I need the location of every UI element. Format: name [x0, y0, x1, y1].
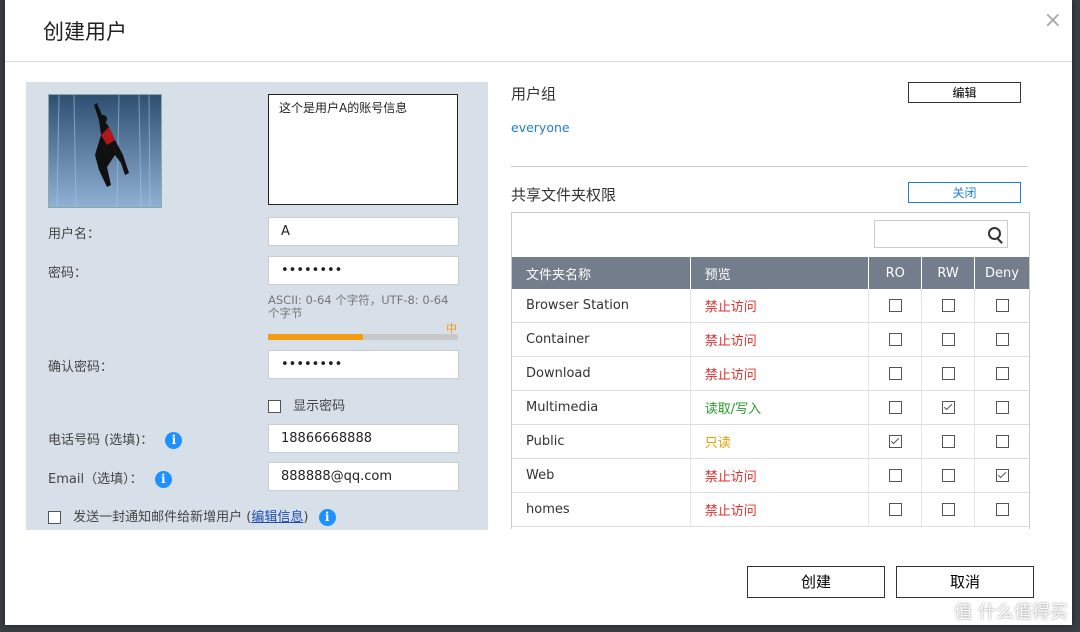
cancel-button[interactable]: 取消 — [896, 566, 1034, 598]
folder-name: Public — [526, 434, 565, 449]
edit-group-button[interactable]: 编辑 — [908, 82, 1021, 103]
avatar[interactable] — [48, 94, 162, 208]
show-password-label: 显示密码 — [293, 399, 346, 414]
deny-checkbox[interactable] — [995, 367, 1009, 380]
deny-checkbox[interactable] — [995, 469, 1009, 482]
access-status: 禁止访问 — [704, 368, 757, 383]
folder-name: Container — [526, 332, 590, 347]
phone-input[interactable]: 18866668888 — [268, 424, 459, 453]
password-strength-bar — [268, 334, 458, 340]
folder-name: Multimedia — [526, 400, 599, 415]
deny-checkbox[interactable] — [995, 401, 1009, 414]
password-strength-fill — [268, 334, 363, 340]
rw-checkbox[interactable] — [941, 333, 955, 346]
folder-name: homes — [526, 502, 570, 517]
access-status: 禁止访问 — [704, 334, 757, 349]
access-status: 禁止访问 — [704, 300, 757, 315]
search-icon[interactable] — [988, 227, 1001, 240]
edit-info-link[interactable]: 编辑信息 — [251, 510, 303, 525]
table-row: Web 禁止访问 — [512, 458, 1029, 493]
phone-label: 电话号码 (选填)： — [48, 433, 154, 448]
email-input[interactable]: 888888@qq.com — [268, 462, 459, 491]
table-row: Container 禁止访问 — [512, 322, 1029, 357]
phone-info-icon[interactable]: i — [165, 432, 183, 449]
ro-checkbox[interactable] — [888, 333, 902, 346]
deny-checkbox[interactable] — [995, 503, 1009, 516]
email-label-row: Email（选填）： i — [48, 468, 172, 488]
deny-checkbox[interactable] — [995, 299, 1009, 312]
notify-label-close: ) — [303, 510, 309, 525]
ro-checkbox[interactable] — [888, 299, 902, 312]
col-deny: Deny — [974, 257, 1029, 289]
password-hint: ASCII: 0-64 个字符，UTF-8: 0-64 个字节 — [268, 293, 449, 320]
phone-label-row: 电话号码 (选填)： i — [48, 429, 183, 449]
password-label: 密码： — [48, 266, 88, 281]
rw-checkbox[interactable] — [941, 401, 955, 414]
access-status: 禁止访问 — [704, 504, 757, 519]
description-textarea[interactable]: 这个是用户A的账号信息 — [268, 94, 458, 205]
folder-name: Web — [526, 468, 555, 483]
notify-info-icon[interactable]: i — [318, 509, 336, 526]
folder-name: Browser Station — [526, 298, 630, 313]
confirm-password-label: 确认密码： — [48, 360, 114, 375]
search-input[interactable] — [874, 220, 1008, 248]
username-label: 用户名： — [48, 227, 101, 242]
user-info-panel: 这个是用户A的账号信息 用户名： A 密码： •••••••• ASCII: 0… — [26, 82, 488, 530]
create-user-dialog: 创建用户 × 这个是用户A的账号信息 用户名： A 密码： •••••••• A… — [5, 0, 1072, 625]
notify-label: 发送一封通知邮件给新增用户 ( — [73, 510, 252, 525]
access-status: 只读 — [704, 436, 731, 451]
ro-checkbox[interactable] — [888, 435, 902, 448]
table-row: Download 禁止访问 — [512, 356, 1029, 391]
share-permission-table: 文件夹名称 预览 RO RW Deny Browser Station 禁止访问 C… — [511, 212, 1030, 529]
col-preview: 预览 — [690, 257, 870, 289]
ro-checkbox[interactable] — [888, 503, 902, 516]
close-icon[interactable]: × — [1044, 8, 1062, 33]
close-permission-button[interactable]: 关闭 — [908, 182, 1021, 203]
deny-checkbox[interactable] — [995, 333, 1009, 346]
access-status: 禁止访问 — [704, 470, 757, 485]
show-password-checkbox[interactable] — [268, 400, 281, 413]
share-permission-title: 共享文件夹权限 — [511, 186, 617, 204]
table-row: Public 只读 — [512, 424, 1029, 459]
access-status: 读取/写入 — [704, 402, 762, 417]
show-password-row: 显示密码 — [268, 395, 345, 414]
col-rw: RW — [921, 257, 976, 289]
ro-checkbox[interactable] — [888, 401, 902, 414]
email-info-icon[interactable]: i — [154, 471, 172, 488]
rw-checkbox[interactable] — [941, 435, 955, 448]
section-divider — [511, 166, 1028, 167]
rw-checkbox[interactable] — [941, 299, 955, 312]
user-group-title: 用户组 — [511, 85, 557, 103]
deny-checkbox[interactable] — [995, 435, 1009, 448]
username-input[interactable]: A — [268, 217, 459, 246]
notify-checkbox[interactable] — [48, 511, 61, 524]
confirm-password-input[interactable]: •••••••• — [268, 350, 459, 379]
table-row: homes 禁止访问 — [512, 492, 1029, 527]
dialog-title: 创建用户 — [43, 20, 127, 44]
table-row: Multimedia 读取/写入 — [512, 390, 1029, 425]
email-label: Email（选填）： — [48, 472, 143, 487]
rw-checkbox[interactable] — [941, 367, 955, 380]
ro-checkbox[interactable] — [888, 469, 902, 482]
col-folder-name: 文件夹名称 — [512, 257, 691, 289]
col-ro: RO — [868, 257, 923, 289]
watermark: 值 什么值得买 — [954, 602, 1068, 623]
create-button[interactable]: 创建 — [747, 566, 885, 598]
ro-checkbox[interactable] — [888, 367, 902, 380]
title-divider — [5, 61, 1072, 62]
rw-checkbox[interactable] — [941, 469, 955, 482]
rw-checkbox[interactable] — [941, 503, 955, 516]
password-input[interactable]: •••••••• — [268, 256, 459, 285]
folder-name: Download — [526, 366, 591, 381]
notify-row: 发送一封通知邮件给新增用户 (编辑信息) i — [48, 506, 336, 526]
group-everyone: everyone — [511, 120, 570, 135]
table-row: Browser Station 禁止访问 — [512, 289, 1029, 323]
